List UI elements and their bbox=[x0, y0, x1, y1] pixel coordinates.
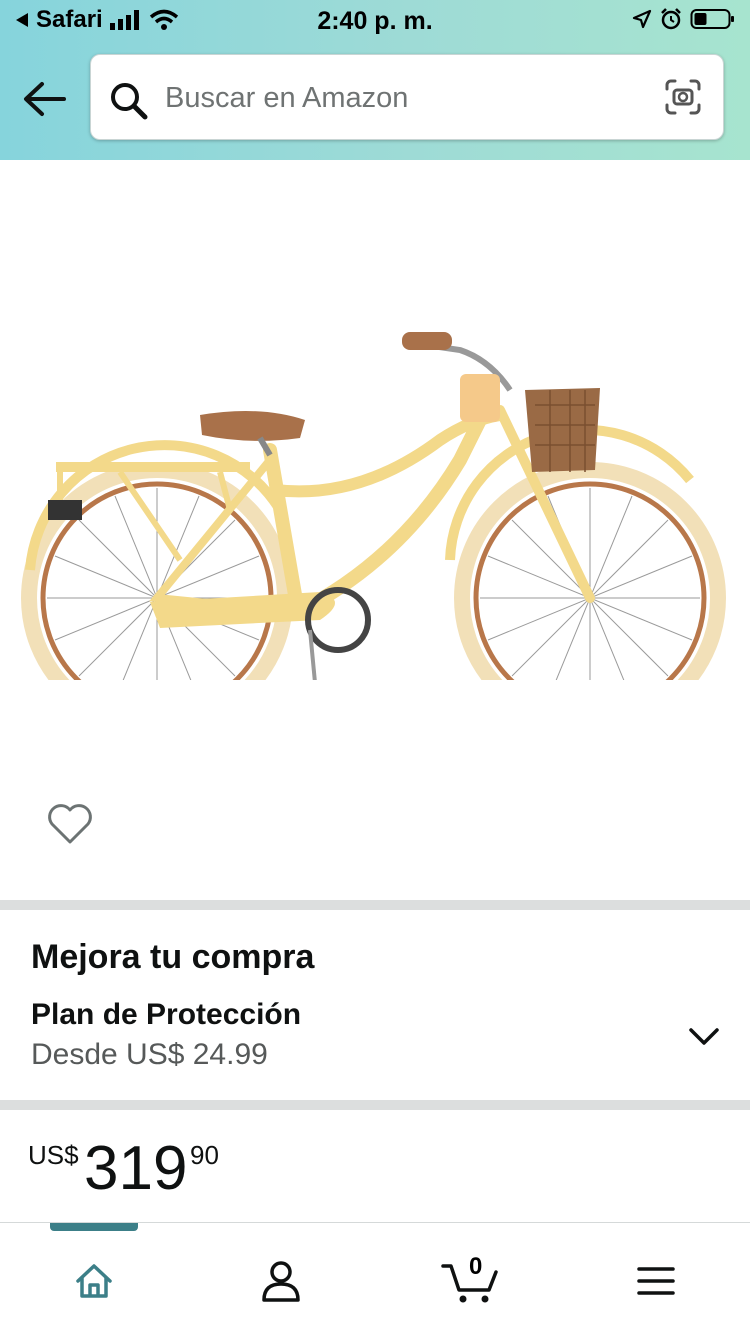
nav-menu[interactable] bbox=[626, 1255, 686, 1307]
account-icon bbox=[262, 1261, 300, 1302]
chevron-down-icon[interactable] bbox=[688, 1026, 720, 1048]
top-bar: Safari 2:40 p. m. bbox=[0, 0, 750, 160]
bottom-nav: 0 bbox=[0, 1222, 750, 1335]
bicycle-image[interactable] bbox=[20, 240, 730, 680]
active-tab-indicator bbox=[50, 1223, 138, 1231]
nav-account[interactable] bbox=[251, 1255, 311, 1307]
location-icon bbox=[632, 9, 652, 29]
status-right bbox=[632, 8, 736, 30]
protection-plan-price: Desde US$ 24.99 bbox=[31, 1038, 268, 1071]
section-divider bbox=[0, 1100, 750, 1110]
nav-home[interactable] bbox=[64, 1255, 124, 1307]
home-icon bbox=[76, 1264, 112, 1298]
search-row bbox=[0, 54, 750, 142]
product-image-area bbox=[0, 160, 750, 900]
search-input[interactable] bbox=[165, 73, 635, 123]
price-whole: 319 bbox=[84, 1134, 188, 1203]
search-box[interactable] bbox=[90, 54, 724, 140]
heart-icon[interactable] bbox=[46, 800, 94, 846]
protection-plan-label: Plan de Protección bbox=[31, 998, 302, 1031]
price-currency: US$ bbox=[28, 1140, 79, 1170]
price-fraction: 90 bbox=[190, 1140, 219, 1170]
back-arrow-icon[interactable] bbox=[22, 80, 66, 118]
battery-icon bbox=[690, 9, 734, 29]
camera-scan-icon[interactable] bbox=[663, 77, 703, 117]
menu-icon bbox=[637, 1267, 675, 1295]
section-divider bbox=[0, 900, 750, 910]
alarm-icon bbox=[661, 8, 681, 30]
status-bar: Safari 2:40 p. m. bbox=[0, 0, 750, 44]
upgrade-section[interactable]: Mejora tu compra Plan de Protección Desd… bbox=[0, 910, 750, 1100]
cart-count-badge: 0 bbox=[469, 1253, 483, 1280]
upgrade-title: Mejora tu compra bbox=[31, 938, 315, 976]
search-icon bbox=[111, 83, 148, 120]
